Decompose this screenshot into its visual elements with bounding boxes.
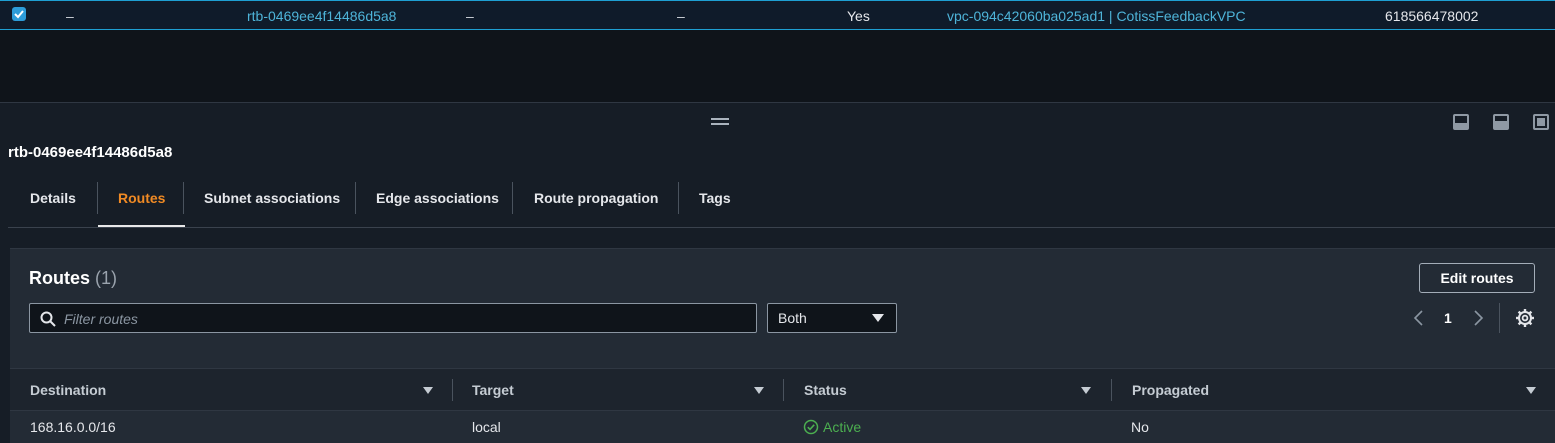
- gear-icon[interactable]: [1515, 308, 1535, 328]
- row-cell-name: –: [66, 8, 74, 24]
- tab-routes[interactable]: Routes: [97, 182, 187, 227]
- sort-caret-icon[interactable]: [1526, 387, 1536, 394]
- column-header-target[interactable]: Target: [472, 382, 514, 398]
- sort-caret-icon[interactable]: [754, 387, 764, 394]
- column-separator[interactable]: [452, 379, 453, 401]
- filter-routes-input[interactable]: [62, 308, 746, 330]
- column-header-destination[interactable]: Destination: [30, 382, 106, 398]
- pagination-separator: [1499, 303, 1500, 333]
- check-circle-icon: [803, 419, 819, 435]
- route-status: Active: [803, 419, 861, 435]
- checkbox-checked-icon: [14, 10, 24, 19]
- detail-tabs: Details Routes Subnet associations Edge …: [8, 182, 1555, 227]
- tab-separator: [183, 182, 184, 214]
- routes-title: Routes: [29, 268, 91, 288]
- tab-separator: [678, 182, 679, 214]
- sort-caret-icon[interactable]: [423, 387, 433, 394]
- column-separator[interactable]: [783, 379, 784, 401]
- routes-heading: Routes (1): [29, 268, 117, 289]
- panel-full-icon[interactable]: [1533, 114, 1549, 130]
- selected-table-row[interactable]: – rtb-0469ee4f14486d5a8 – – Yes vpc-094c…: [0, 0, 1555, 30]
- filter-routes-field[interactable]: [29, 303, 757, 333]
- owner-id: 618566478002: [1385, 8, 1479, 24]
- tab-edge-associations[interactable]: Edge associations: [376, 182, 499, 226]
- routes-count: (1): [95, 268, 118, 288]
- pagination-page-1[interactable]: 1: [1444, 310, 1452, 326]
- route-table-id-link[interactable]: rtb-0469ee4f14486d5a8: [247, 8, 396, 24]
- tabs-divider: [8, 227, 1555, 228]
- edit-routes-button[interactable]: Edit routes: [1419, 263, 1535, 293]
- vpc-link[interactable]: vpc-094c42060ba025ad1 | CotissFeedbackVP…: [947, 8, 1246, 24]
- row-cell-explicit-subnet: –: [466, 8, 474, 24]
- chevron-left-icon[interactable]: [1412, 309, 1426, 327]
- sort-caret-icon[interactable]: [1081, 387, 1091, 394]
- row-checkbox[interactable]: [12, 7, 26, 21]
- split-divider: [0, 102, 1555, 103]
- route-type-select-value: Both: [778, 310, 807, 326]
- column-separator[interactable]: [1111, 379, 1112, 401]
- tab-route-propagation[interactable]: Route propagation: [534, 182, 658, 226]
- route-propagated: No: [1131, 419, 1149, 435]
- route-target: local: [472, 419, 501, 435]
- drag-handle-icon[interactable]: [711, 118, 729, 125]
- tab-details[interactable]: Details: [30, 182, 76, 226]
- routes-table-header: Destination Target Status Propagated: [10, 368, 1555, 411]
- row-cell-edge-associations: –: [677, 8, 685, 24]
- search-icon: [40, 311, 56, 327]
- tab-subnet-associations[interactable]: Subnet associations: [204, 182, 340, 226]
- resource-title: rtb-0469ee4f14486d5a8: [8, 144, 173, 161]
- route-destination: 168.16.0.0/16: [30, 419, 116, 435]
- tab-separator: [355, 182, 356, 214]
- tab-tags[interactable]: Tags: [699, 182, 731, 226]
- panel-bottom-icon[interactable]: [1453, 114, 1469, 130]
- tab-separator: [97, 182, 98, 214]
- column-header-propagated[interactable]: Propagated: [1132, 382, 1209, 398]
- tab-separator: [512, 182, 513, 214]
- row-cell-main: Yes: [847, 8, 870, 24]
- column-header-status[interactable]: Status: [804, 382, 847, 398]
- route-status-text: Active: [823, 419, 862, 435]
- route-type-select[interactable]: Both: [767, 303, 897, 333]
- chevron-right-icon[interactable]: [1471, 309, 1485, 327]
- table-empty-area: [0, 30, 1555, 102]
- table-row: 168.16.0.0/16 local Active No: [10, 411, 1555, 443]
- panel-split-icon[interactable]: [1493, 114, 1509, 130]
- caret-down-icon: [872, 314, 884, 322]
